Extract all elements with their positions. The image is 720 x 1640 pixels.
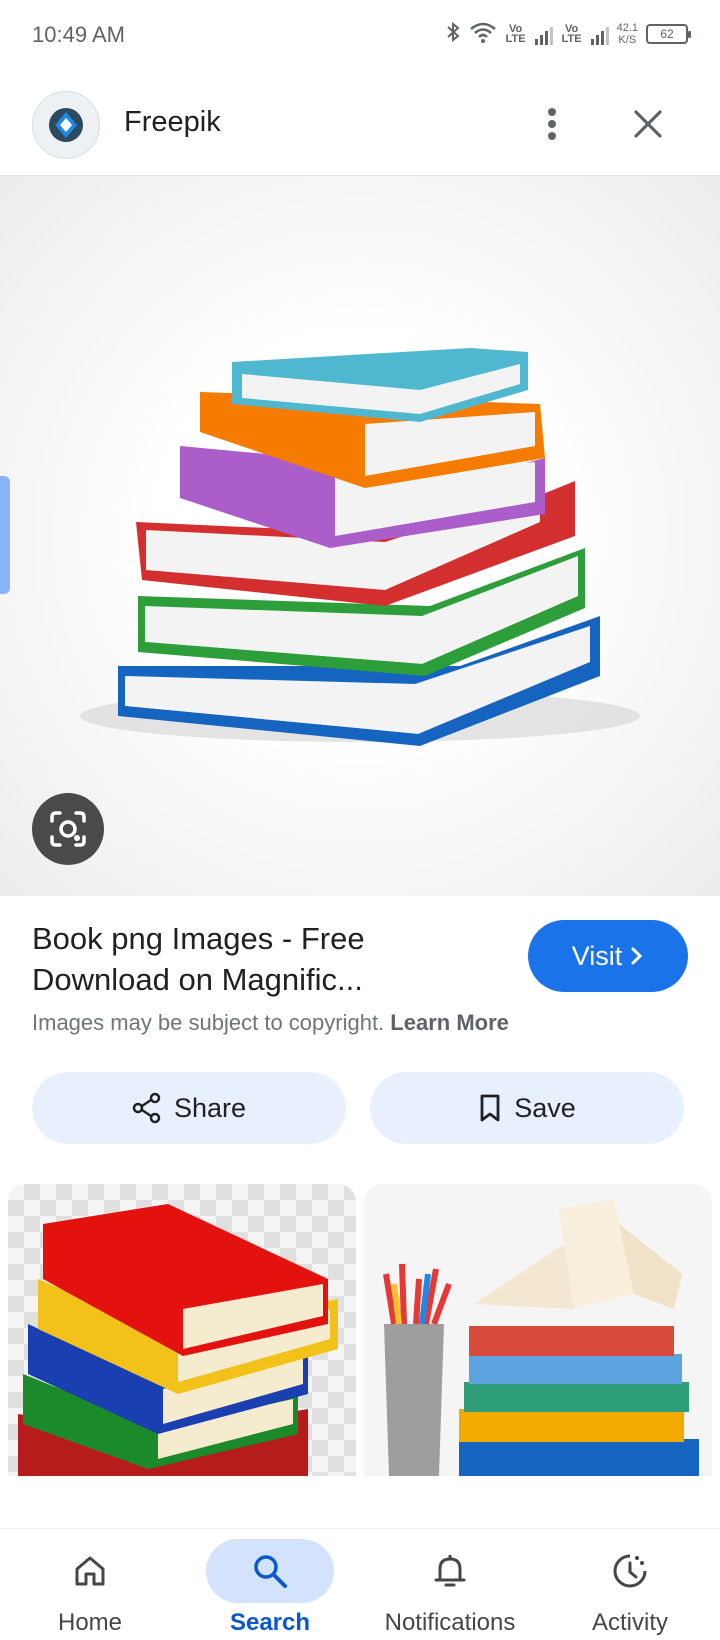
speed-unit: K/S	[618, 33, 637, 46]
search-icon	[254, 1555, 287, 1588]
nav-home-label: Home	[57, 1609, 123, 1636]
related-image-1[interactable]	[8, 1184, 356, 1476]
related-books-image-2	[383, 1199, 699, 1476]
status-time: 10:49 AM	[32, 22, 125, 47]
copyright-notice: Images may be subject to copyright. Lear…	[32, 1010, 509, 1036]
status-icons: Vo LTE Vo LTE 42.1 K/S 62	[445, 20, 691, 47]
nav-notifications-label: Notifications	[384, 1609, 516, 1636]
nav-search[interactable]: Search	[180, 1529, 360, 1640]
volte-badge-2: Vo LTE	[561, 22, 582, 45]
related-books-image-1	[18, 1204, 338, 1476]
share-icon	[132, 1092, 161, 1124]
nav-notifications[interactable]: Notifications	[360, 1529, 540, 1640]
volte-badge-1: Vo LTE	[505, 22, 526, 45]
header: Freepik	[0, 80, 720, 176]
visit-button[interactable]: Visit	[528, 920, 688, 992]
learn-more-link[interactable]: Learn More	[390, 1010, 509, 1035]
nav-notifications-pill	[386, 1539, 514, 1603]
nav-home-pill	[26, 1539, 154, 1603]
site-name[interactable]: Freepik	[124, 106, 221, 139]
nav-activity[interactable]: Activity	[540, 1529, 720, 1640]
result-title[interactable]: Book png Images - Free Download on Magni…	[32, 918, 492, 1000]
signal-icon-2	[590, 23, 609, 45]
site-logo	[32, 91, 100, 159]
visit-label: Visit	[571, 940, 623, 971]
close-icon	[634, 110, 662, 138]
close-button[interactable]	[624, 100, 672, 148]
signal-icon-1	[534, 23, 553, 45]
bell-icon	[434, 1555, 466, 1587]
speed-value: 42.1	[616, 21, 638, 34]
side-panel-handle[interactable]	[0, 476, 10, 594]
chevron-right-icon	[631, 947, 643, 965]
save-button[interactable]: Save	[370, 1072, 684, 1144]
share-label: Share	[173, 1092, 247, 1123]
nav-search-label: Search	[229, 1609, 311, 1636]
related-image-2[interactable]	[364, 1184, 712, 1476]
bottom-navigation: Home Search Notifications Activity	[0, 1528, 720, 1640]
nav-activity-pill	[566, 1539, 694, 1603]
status-bar: 10:49 AM Vo LTE Vo LTE 42.1 K/S 62	[0, 0, 720, 72]
save-label: Save	[514, 1092, 576, 1123]
network-speed: 42.1 K/S	[617, 22, 638, 46]
activity-icon	[613, 1554, 647, 1588]
battery-icon: 62	[646, 23, 691, 44]
wifi-icon	[469, 21, 497, 46]
freepik-logo-icon	[49, 108, 83, 142]
battery-level: 62	[660, 26, 674, 41]
bluetooth-icon	[445, 20, 461, 47]
home-icon	[75, 1556, 105, 1586]
nav-home[interactable]: Home	[0, 1529, 180, 1640]
book-stack-image	[80, 348, 640, 746]
main-image[interactable]	[0, 176, 720, 896]
lens-button[interactable]	[32, 793, 104, 865]
more-options-button[interactable]	[528, 100, 576, 148]
nav-activity-label: Activity	[591, 1609, 668, 1636]
bookmark-icon	[480, 1094, 500, 1122]
copyright-text: Images may be subject to copyright.	[32, 1010, 385, 1035]
nav-search-pill	[206, 1539, 334, 1603]
share-button[interactable]: Share	[32, 1072, 346, 1144]
more-vert-icon	[548, 108, 556, 140]
lens-icon	[50, 811, 86, 847]
